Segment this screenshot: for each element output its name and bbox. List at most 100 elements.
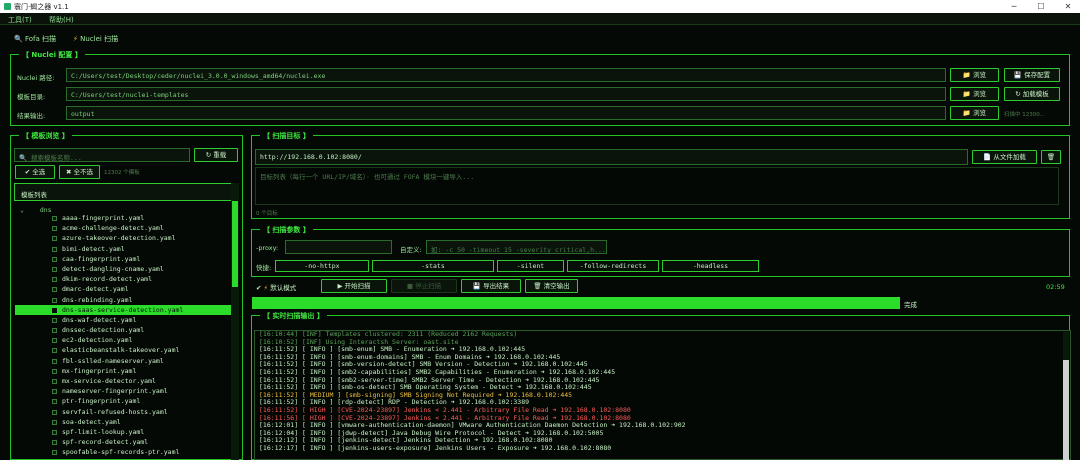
scan-output-log[interactable]: [16:10:44] [INF] Templates clustered: 23… (254, 330, 1071, 460)
template-item-label: dns-waf-detect.yaml (62, 315, 137, 324)
template-dir-input[interactable]: C:/Users/test/nuclei-templates (66, 87, 946, 101)
file-icon (52, 216, 57, 221)
template-list-item[interactable]: nameserver-fingerprint.yaml (15, 386, 239, 396)
export-results-button[interactable]: 💾 导出结果 (461, 279, 521, 293)
load-from-file-button[interactable]: 📄 从文件加载 (972, 150, 1037, 164)
template-list-item[interactable]: acme-challenge-detect.yaml (15, 223, 239, 233)
file-icon (52, 440, 57, 446)
default-mode-label: 默认模式 (270, 284, 297, 292)
template-list-item[interactable]: detect-dangling-cname.yaml (15, 264, 239, 274)
template-tree: aaaa-fingerprint.yaml acme-challenge-dete… (15, 213, 239, 460)
file-icon: 📄 (983, 153, 992, 161)
output-dir-input[interactable]: output (66, 106, 946, 120)
template-list-header: 模板列表 (14, 183, 239, 201)
save-config-button[interactable]: 💾 保存配置 (1004, 68, 1060, 82)
template-item-label: caa-fingerprint.yaml (62, 254, 141, 263)
quick-flags-label: 快捷: (256, 264, 272, 272)
template-list-item[interactable]: dmarc-detect.yaml (15, 284, 239, 294)
default-mode-toggle[interactable]: ✔ ⚡ 默认模式 (256, 282, 296, 292)
output-dir-label: 结果输出: (17, 112, 46, 120)
menu-tools[interactable]: 工具(T) (8, 15, 32, 25)
template-list-item[interactable]: fbl-sslled-nameserver.yaml (15, 356, 239, 366)
template-item-label: servfail-refused-hosts.yaml (62, 407, 168, 416)
tab-nuclei-scan[interactable]: ⚡ Nuclei 扫描 (73, 34, 118, 44)
close-button[interactable]: ✕ (1061, 1, 1075, 12)
file-icon (52, 358, 57, 364)
template-list-item[interactable]: azure-takeover-detection.yaml (15, 233, 239, 243)
select-none-button[interactable]: ✖ 全不选 (59, 165, 100, 179)
flag-stats[interactable]: -stats (372, 260, 494, 272)
save-icon: 💾 (472, 282, 481, 290)
template-list-item[interactable]: ec2-detection.yaml (15, 335, 239, 345)
select-all-button[interactable]: ✔ 全选 (15, 165, 55, 179)
refresh-icon: ↻ (205, 151, 212, 159)
scan-status-text: 扫描中 12300... (1004, 112, 1045, 118)
tab-fofa-scan[interactable]: 🔍 Fofa 扫描 (14, 34, 56, 44)
template-list-item[interactable]: ptr-fingerprint.yaml (15, 396, 239, 406)
load-templates-label: 加载模板 (1022, 90, 1049, 98)
template-list-item[interactable]: spf-record-detect.yaml (15, 437, 239, 447)
template-list-item[interactable]: dns-rebinding.yaml (15, 295, 239, 305)
flag-no-httpx[interactable]: -no-httpx (275, 260, 369, 272)
file-icon (52, 256, 57, 262)
template-list-item[interactable]: mx-fingerprint.yaml (15, 366, 239, 376)
reload-button[interactable]: ↻ 重载 (194, 148, 238, 162)
template-list-item[interactable]: dns-waf-detect.yaml (15, 315, 239, 325)
file-icon (52, 226, 57, 232)
save-icon: 💾 (1013, 71, 1022, 79)
folder-icon: 📁 (962, 90, 971, 98)
template-list-item[interactable]: spf-limit-lookup.yaml (15, 427, 239, 437)
load-templates-button[interactable]: ↻ 加载模板 (1004, 87, 1060, 101)
template-list-item[interactable]: dnssec-detection.yaml (15, 325, 239, 335)
template-list-item[interactable]: bimi-detect.yaml (15, 244, 239, 254)
custom-args-label: 自定义: (400, 246, 422, 254)
maximize-button[interactable]: ☐ (1034, 1, 1048, 12)
app-icon (4, 3, 11, 10)
folder-icon: 📁 (962, 71, 971, 79)
browse-template-button[interactable]: 📁 浏览 (950, 87, 999, 101)
minimize-button[interactable]: ─ (1007, 1, 1021, 12)
bolt-icon: ⚡ (263, 284, 269, 292)
bolt-icon: ⚡ (73, 35, 78, 43)
stop-scan-button[interactable]: ■ 停止扫描 (391, 279, 457, 293)
target-list-hint: 目标列表（每行一个 URL/IP/域名）· 也可通过 FOFA 模块一键导入..… (260, 173, 475, 181)
browse-output-button[interactable]: 📁 浏览 (950, 106, 999, 120)
target-list-textarea[interactable]: 目标列表（每行一个 URL/IP/域名）· 也可通过 FOFA 模块一键导入..… (255, 167, 1059, 205)
template-list-item[interactable]: spoofable-spf-records-ptr.yaml (15, 447, 239, 457)
clear-targets-button[interactable]: 🗑 (1041, 150, 1061, 164)
template-search-placeholder: 搜索模板名称... (31, 154, 82, 162)
menu-help[interactable]: 帮助(H) (49, 15, 74, 25)
check-icon: ✔ (24, 168, 31, 176)
file-icon (52, 450, 57, 456)
template-list-item[interactable]: aaaa-fingerprint.yaml (15, 213, 239, 223)
output-scrollbar[interactable] (1063, 332, 1069, 460)
flag-follow-redirects[interactable]: -follow-redirects (567, 260, 659, 272)
template-list-item[interactable]: elasticbeanstalk-takeover.yaml (15, 345, 239, 355)
template-scrollbar[interactable] (231, 183, 239, 460)
file-icon (52, 266, 57, 272)
template-list-item[interactable]: servfail-refused-hosts.yaml (15, 407, 239, 417)
browse-nuclei-button[interactable]: 📁 浏览 (950, 68, 999, 82)
template-search-input[interactable]: 🔍 搜索模板名称... (14, 148, 190, 162)
scan-output-title: 【 实时扫描输出 】 (260, 311, 327, 321)
nuclei-path-input[interactable]: C:/Users/test/Desktop/ceder/nuclei_3.0.0… (66, 68, 946, 82)
template-scrollbar-thumb[interactable] (232, 201, 238, 287)
flag-silent[interactable]: -silent (497, 260, 564, 272)
clear-output-button[interactable]: 🗑 清空输出 (525, 279, 578, 293)
flag-headless[interactable]: -headless (662, 260, 759, 272)
stop-scan-label: 停止扫描 (415, 282, 442, 290)
start-scan-button[interactable]: ▶ 开始扫描 (321, 279, 387, 293)
custom-args-input[interactable]: 如: -c 50 -timeout 15 -severity critical,… (426, 240, 607, 254)
template-list-item[interactable]: soa-detect.yaml (15, 417, 239, 427)
file-icon (52, 328, 57, 334)
proxy-input[interactable] (285, 240, 392, 254)
target-url-input[interactable]: http://192.168.0.102:8080/ (255, 149, 968, 165)
template-list-item[interactable]: caa-fingerprint.yaml (15, 254, 239, 264)
output-scrollbar-thumb[interactable] (1063, 360, 1069, 460)
tab-fofa-label: Fofa 扫描 (24, 35, 56, 43)
template-list-item[interactable]: dns-saas-service-detection.yaml (15, 304, 239, 315)
template-list-item[interactable]: mx-service-detector.yaml (15, 376, 239, 386)
search-icon: 🔍 (14, 35, 23, 43)
file-icon (52, 419, 57, 425)
template-list-item[interactable]: dkim-record-detect.yaml (15, 274, 239, 284)
